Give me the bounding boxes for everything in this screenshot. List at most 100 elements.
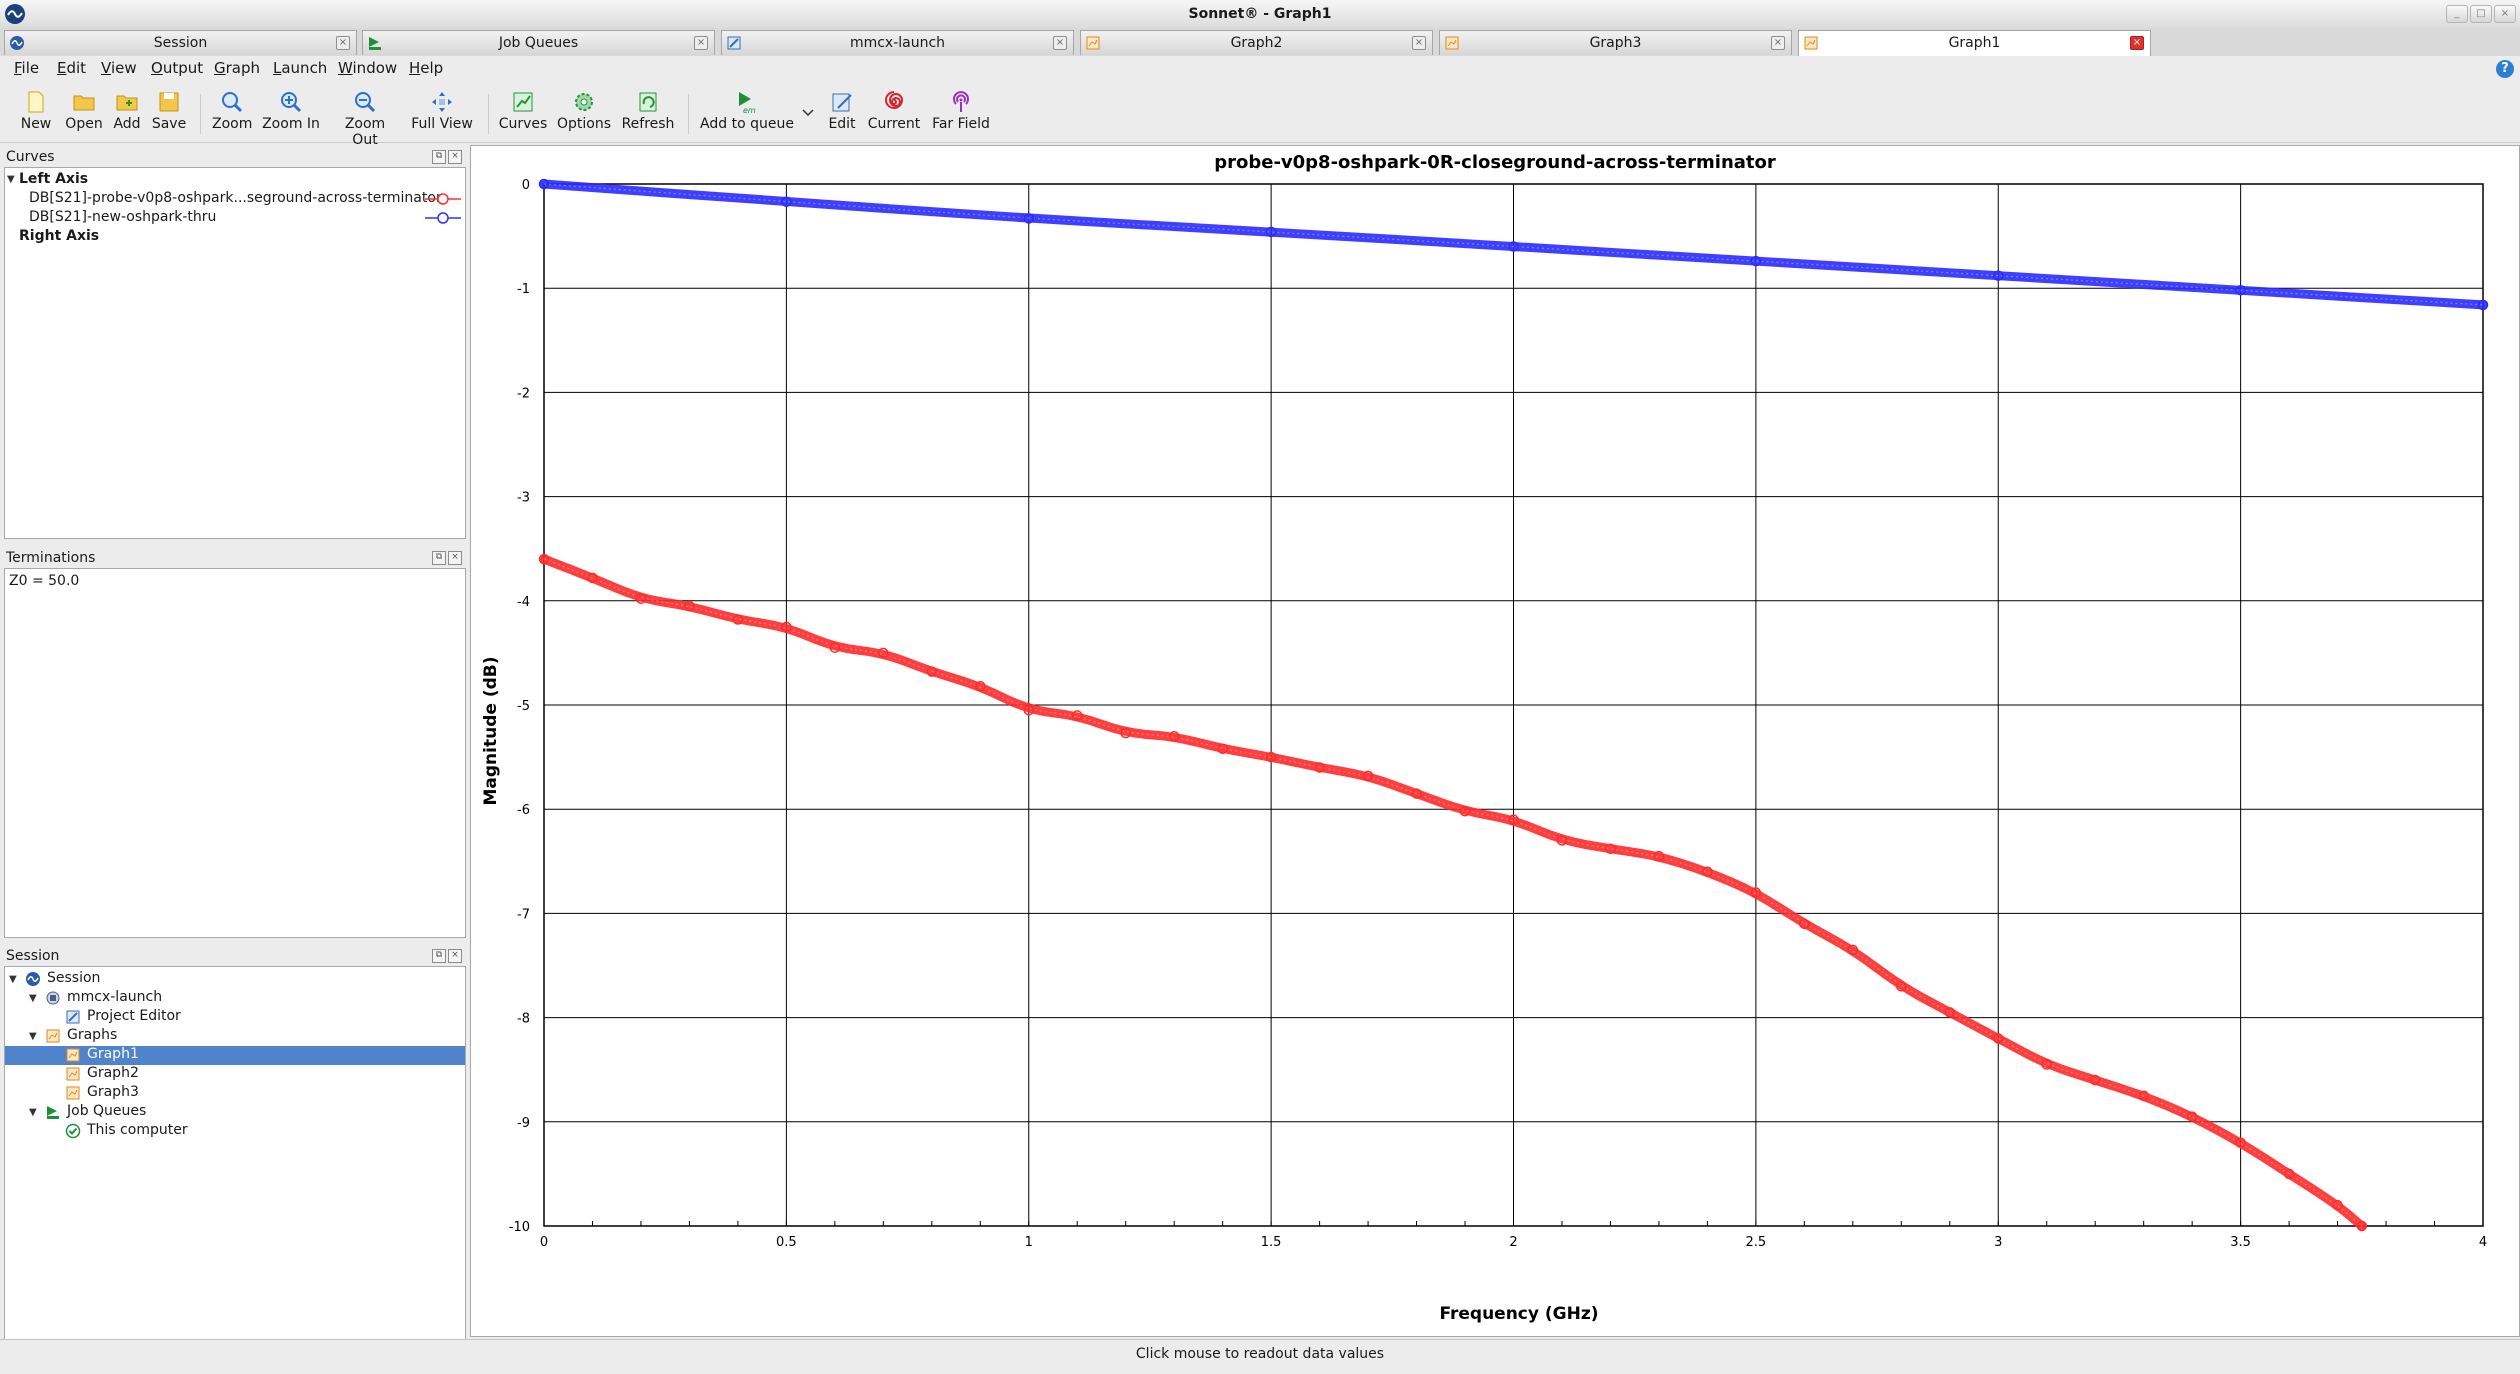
close-tab-icon[interactable]: × (336, 36, 350, 50)
session-panel: Session ⧉ × ▼ Session ▼ mmcx-launch Proj… (4, 946, 466, 1356)
s21-chart[interactable]: probe-v0p8-oshpark-0R-closeground-across… (471, 146, 2519, 1336)
zoom-out-button[interactable]: Zoom Out (330, 90, 400, 148)
close-tab-icon[interactable]: × (1412, 36, 1426, 50)
tab-job-queues[interactable]: Job Queues × (362, 30, 715, 55)
graph-icon (66, 1048, 80, 1062)
close-panel-icon[interactable]: × (448, 551, 462, 565)
y-tick-label: 0 (522, 178, 530, 193)
tree-item-graph3[interactable]: Graph3 (87, 1084, 139, 1100)
zoom-in-icon (281, 92, 302, 113)
curve-item-probe[interactable]: DB[S21]-probe-v0p8-oshpark...seground-ac… (29, 190, 442, 206)
close-window-button[interactable]: × (2494, 5, 2516, 23)
document-tab-bar: Session × Job Queues × mmcx-launch × Gra… (0, 28, 2520, 57)
minimize-button[interactable]: _ (2446, 5, 2468, 23)
menu-bar: File Edit View Output Graph Launch Windo… (0, 56, 2520, 80)
add-to-queue-label: Add to queue (700, 116, 794, 132)
zoom-label: Zoom (212, 116, 253, 132)
refresh-button[interactable]: Refresh (620, 90, 676, 132)
tab-graph2[interactable]: Graph2 × (1080, 30, 1433, 55)
close-panel-icon[interactable]: × (448, 150, 462, 164)
menu-help[interactable]: Help (409, 59, 443, 77)
y-tick-label: -10 (509, 1220, 530, 1235)
open-folder-icon (73, 95, 95, 111)
tree-item-graphs[interactable]: Graphs (67, 1027, 117, 1043)
close-tab-icon[interactable]: × (1771, 36, 1785, 50)
menu-file[interactable]: File (14, 59, 39, 77)
project-editor-icon (727, 36, 741, 50)
zoom-in-button[interactable]: Zoom In (261, 90, 321, 132)
tab-session[interactable]: Session × (4, 30, 357, 55)
toolbar-separator (488, 94, 489, 134)
new-button[interactable]: New (18, 90, 54, 132)
curve-item-thru[interactable]: DB[S21]-new-oshpark-thru (29, 209, 216, 225)
termination-value: Z0 = 50.0 (9, 573, 80, 589)
zoom-button[interactable]: Zoom (212, 90, 252, 132)
menu-window[interactable]: Window (338, 59, 397, 77)
tree-item-graph1[interactable]: Graph1 (87, 1046, 139, 1062)
toolbar: New Open Add Save Zoom Zoom In Zoom Out … (0, 84, 2520, 148)
tab-mmcx-launch[interactable]: mmcx-launch × (721, 30, 1074, 55)
zoom-icon (222, 92, 243, 113)
tree-item-job-queues[interactable]: Job Queues (67, 1103, 146, 1119)
undock-icon[interactable]: ⧉ (432, 150, 446, 164)
options-label: Options (557, 116, 612, 132)
expand-triangle-icon[interactable]: ▼ (29, 1031, 37, 1042)
x-tick-label: 3 (1994, 1235, 2002, 1250)
curves-panel-header: Curves ⧉ × (4, 147, 466, 167)
graph-icon (66, 1067, 80, 1081)
help-icon[interactable]: ? (2496, 60, 2514, 78)
undock-icon[interactable]: ⧉ (432, 551, 446, 565)
options-button[interactable]: Options (557, 90, 611, 132)
full-view-button[interactable]: Full View (409, 90, 475, 132)
graph-icon (66, 1086, 80, 1100)
options-gear-icon (575, 93, 593, 111)
tree-item-project-editor[interactable]: Project Editor (87, 1008, 181, 1024)
edit-button[interactable]: Edit (824, 90, 860, 132)
maximize-button[interactable]: □ (2470, 5, 2492, 23)
y-tick-label: -5 (517, 699, 530, 714)
close-tab-icon[interactable]: × (1053, 36, 1067, 50)
tab-label: Job Queues (498, 35, 579, 51)
right-axis-node[interactable]: Right Axis (19, 228, 99, 244)
close-panel-icon[interactable]: × (448, 949, 462, 963)
expand-triangle-icon[interactable]: ▼ (7, 174, 15, 185)
chart-title: probe-v0p8-oshpark-0R-closeground-across… (1214, 152, 1776, 173)
y-tick-label: -1 (517, 282, 530, 297)
toolbar-separator (688, 94, 689, 134)
menu-edit[interactable]: Edit (57, 59, 86, 77)
close-tab-icon[interactable]: × (2130, 36, 2144, 50)
undock-icon[interactable]: ⧉ (432, 949, 446, 963)
open-button[interactable]: Open (64, 90, 104, 132)
far-field-label: Far Field (932, 116, 990, 132)
tree-item-graph2[interactable]: Graph2 (87, 1065, 139, 1081)
far-field-button[interactable]: Far Field (930, 90, 992, 132)
curves-tree: ▼ Left Axis DB[S21]-probe-v0p8-oshpark..… (4, 167, 466, 539)
menu-graph[interactable]: Graph (214, 59, 260, 77)
tree-item-mmcx-launch[interactable]: mmcx-launch (67, 989, 162, 1005)
x-tick-label: 4 (2479, 1235, 2487, 1250)
menu-output[interactable]: Output (151, 59, 203, 77)
add-button[interactable]: Add (110, 90, 144, 132)
tree-item-this-computer[interactable]: This computer (87, 1122, 188, 1138)
computer-check-icon (65, 1123, 81, 1139)
close-tab-icon[interactable]: × (694, 36, 708, 50)
em-launch-icon: em (739, 92, 756, 114)
y-tick-label: -6 (517, 803, 530, 818)
left-axis-node[interactable]: Left Axis (19, 171, 88, 187)
queue-dropdown-arrow[interactable] (800, 106, 816, 122)
menu-view[interactable]: View (101, 59, 137, 77)
tab-graph1[interactable]: Graph1 × (1798, 30, 2151, 56)
tree-item-session[interactable]: Session (47, 970, 100, 986)
tab-graph3[interactable]: Graph3 × (1439, 30, 1792, 55)
tab-label: mmcx-launch (849, 35, 946, 51)
save-button[interactable]: Save (150, 90, 188, 132)
expand-triangle-icon[interactable]: ▼ (9, 974, 17, 985)
current-button[interactable]: Current (866, 90, 922, 132)
expand-triangle-icon[interactable]: ▼ (29, 993, 37, 1004)
add-to-queue-button[interactable]: em Add to queue (700, 90, 794, 132)
curves-button[interactable]: Curves (498, 90, 548, 132)
svg-text:em: em (743, 106, 756, 114)
graph-panel[interactable]: probe-v0p8-oshpark-0R-closeground-across… (470, 145, 2520, 1337)
expand-triangle-icon[interactable]: ▼ (29, 1107, 37, 1118)
menu-launch[interactable]: Launch (273, 59, 327, 77)
